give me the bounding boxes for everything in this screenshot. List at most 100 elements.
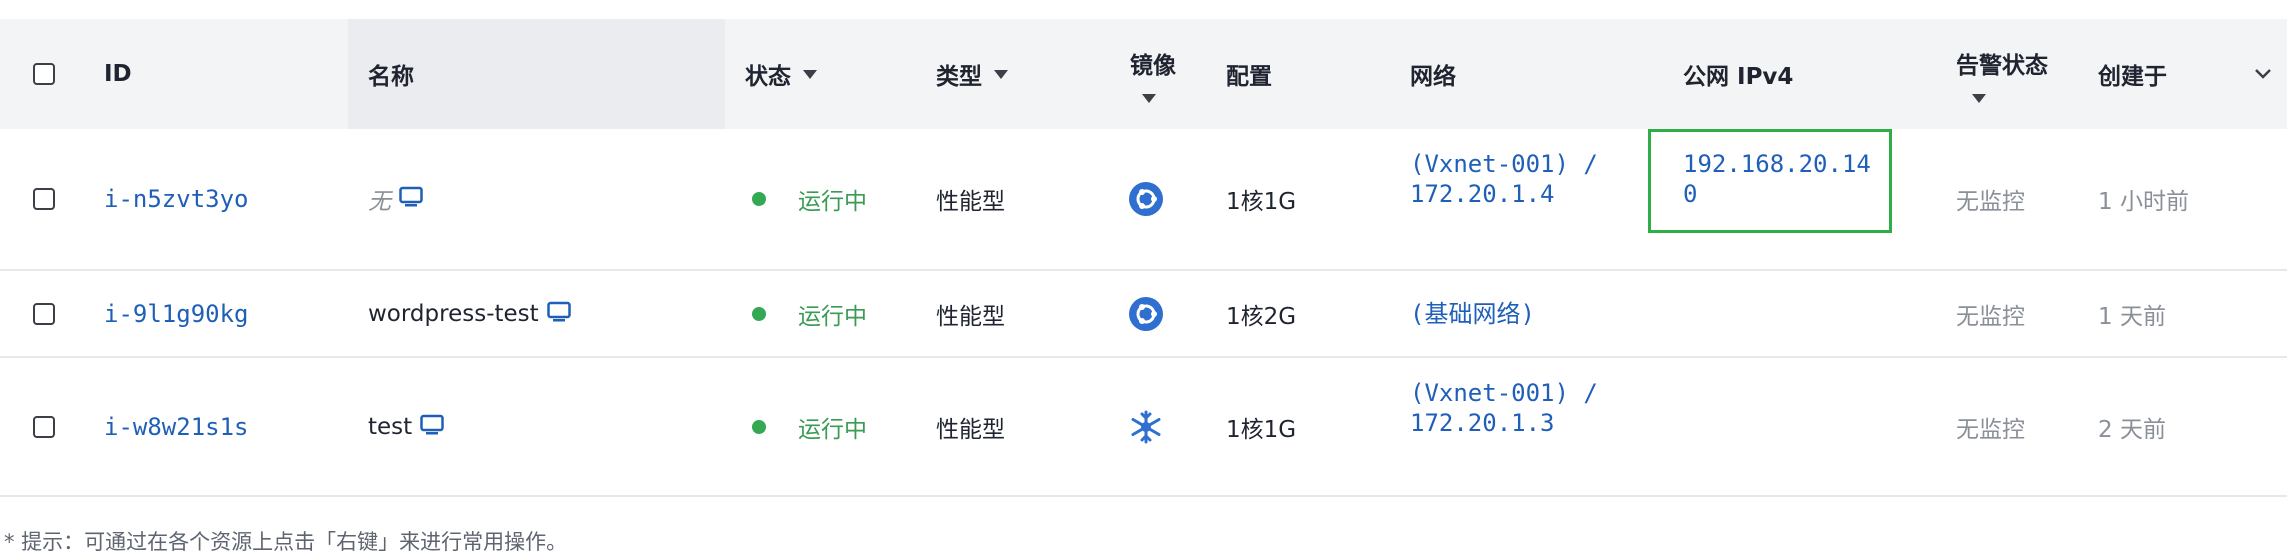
row-checkbox[interactable] [33,188,55,210]
header-id-label: ID [104,61,132,87]
header-public-ip[interactable]: 公网 IPv4 [1683,19,1793,129]
instance-name-cell: test [368,358,444,495]
header-network-label: 网络 [1410,64,1456,90]
chevron-down-icon [2255,69,2271,79]
status-text: 运行中 [798,416,867,443]
header-id[interactable]: ID [104,19,132,129]
table-row[interactable]: i-w8w21s1s test 运行中 性能型 1核1G (Vxnet-001)… [0,358,2287,497]
image-cell [1128,129,1164,269]
network-cell: (Vxnet-001) / 172.20.1.3 [1410,378,1598,438]
header-public-ip-label: 公网 IPv4 [1683,64,1794,90]
header-created[interactable]: 创建于 [2098,19,2167,129]
instance-id-cell: i-n5zvt3yo [104,129,249,269]
instance-type: 性能型 [936,416,1005,443]
ubuntu-icon[interactable] [1128,181,1164,217]
status-text: 运行中 [798,189,867,215]
status-cell: 运行中 [752,271,867,356]
status-running-dot [752,192,766,206]
header-status-label: 状态 [745,64,791,90]
table-row[interactable]: i-n5zvt3yo 无 运行中 性能型 1核1G (Vxnet-001) / … [0,129,2287,271]
created-cell: 1 小时前 [2098,129,2189,269]
instance-config: 1核1G [1226,416,1297,443]
instance-name: wordpress-test [368,300,539,327]
header-status[interactable]: 状态 [745,19,817,129]
network-cell: (Vxnet-001) / 172.20.1.4 [1410,149,1598,209]
header-name[interactable]: 名称 [368,19,414,129]
network-name-link[interactable]: (Vxnet-001) / [1410,378,1598,408]
created-cell: 1 天前 [2098,271,2166,356]
snowflake-os-icon[interactable] [1128,409,1164,445]
instance-name-cell: wordpress-test [368,271,571,356]
header-config[interactable]: 配置 [1226,19,1272,129]
instance-name: 无 [368,189,391,215]
header-type[interactable]: 类型 [936,19,1008,129]
alert-cell: 无监控 [1956,358,2025,495]
network-name-link[interactable]: (基础网络) [1410,299,1535,329]
alert-status: 无监控 [1956,189,2025,215]
alert-status: 无监控 [1956,416,2025,443]
status-filter-caret-icon[interactable] [803,69,817,79]
type-cell: 性能型 [936,129,1005,269]
row-checkbox[interactable] [33,415,55,438]
type-filter-caret-icon[interactable] [994,69,1008,79]
table-header: ID 名称 状态 类型 镜像 配置 网络 公网 IPv4 告警状态 创建于 [0,19,2287,129]
header-image[interactable]: 镜像 [1130,19,1176,129]
select-all-checkbox[interactable] [33,63,55,85]
header-created-label: 创建于 [2098,64,2167,90]
image-cell [1128,271,1164,356]
network-cell: (基础网络) [1410,271,1535,356]
row-checkbox[interactable] [33,302,55,325]
table-row[interactable]: i-9l1g90kg wordpress-test 运行中 性能型 1核2G (… [0,271,2287,358]
public-ip-highlight-box [1648,129,1892,233]
config-cell: 1核1G [1226,129,1296,269]
monitor-icon[interactable] [420,414,444,440]
config-cell: 1核2G [1226,271,1296,356]
image-cell [1128,358,1164,495]
status-running-dot [752,419,766,434]
instance-id-link[interactable]: i-9l1g90kg [104,300,249,328]
status-cell: 运行中 [752,358,867,495]
row-select-cell [33,129,55,269]
instance-id-cell: i-9l1g90kg [104,271,249,356]
config-cell: 1核1G [1226,358,1296,495]
header-config-label: 配置 [1226,64,1272,90]
instance-id-link[interactable]: i-n5zvt3yo [104,185,249,213]
instance-config: 1核2G [1226,303,1297,330]
instance-id-link[interactable]: i-w8w21s1s [104,413,249,441]
status-cell: 运行中 [752,129,867,269]
status-text: 运行中 [798,303,867,330]
ubuntu-icon[interactable] [1128,296,1164,332]
header-image-label: 镜像 [1130,52,1176,79]
created-time: 1 小时前 [2098,189,2189,215]
header-type-label: 类型 [936,64,982,90]
select-all-cell [33,19,55,129]
alert-cell: 无监控 [1956,271,2025,356]
alert-status: 无监控 [1956,303,2025,330]
created-time: 1 天前 [2098,303,2166,330]
alert-filter-caret-icon[interactable] [1972,93,1986,103]
monitor-icon[interactable] [546,301,571,327]
column-settings-chevron[interactable] [2254,19,2272,129]
network-ip[interactable]: 172.20.1.4 [1410,179,1555,209]
instance-type: 性能型 [936,303,1005,330]
instance-name: test [368,413,413,440]
network-name-link[interactable]: (Vxnet-001) / [1410,149,1598,179]
instance-config: 1核1G [1226,189,1297,215]
header-alert[interactable]: 告警状态 [1956,19,2048,129]
monitor-icon[interactable] [399,186,423,212]
alert-cell: 无监控 [1956,129,2025,269]
created-time: 2 天前 [2098,416,2166,443]
header-network[interactable]: 网络 [1410,19,1456,129]
created-cell: 2 天前 [2098,358,2166,495]
instance-type: 性能型 [936,189,1005,215]
row-select-cell [33,271,55,356]
instance-id-cell: i-w8w21s1s [104,358,249,495]
hint-text: * 提示：可通过在各个资源上点击「右键」来进行常用操作。 [4,530,568,554]
status-running-dot [752,306,766,321]
header-alert-label: 告警状态 [1956,52,2048,79]
image-filter-caret-icon[interactable] [1142,93,1156,103]
instance-name-cell: 无 [368,129,423,269]
network-ip[interactable]: 172.20.1.3 [1410,408,1555,438]
type-cell: 性能型 [936,358,1005,495]
row-select-cell [33,358,55,495]
